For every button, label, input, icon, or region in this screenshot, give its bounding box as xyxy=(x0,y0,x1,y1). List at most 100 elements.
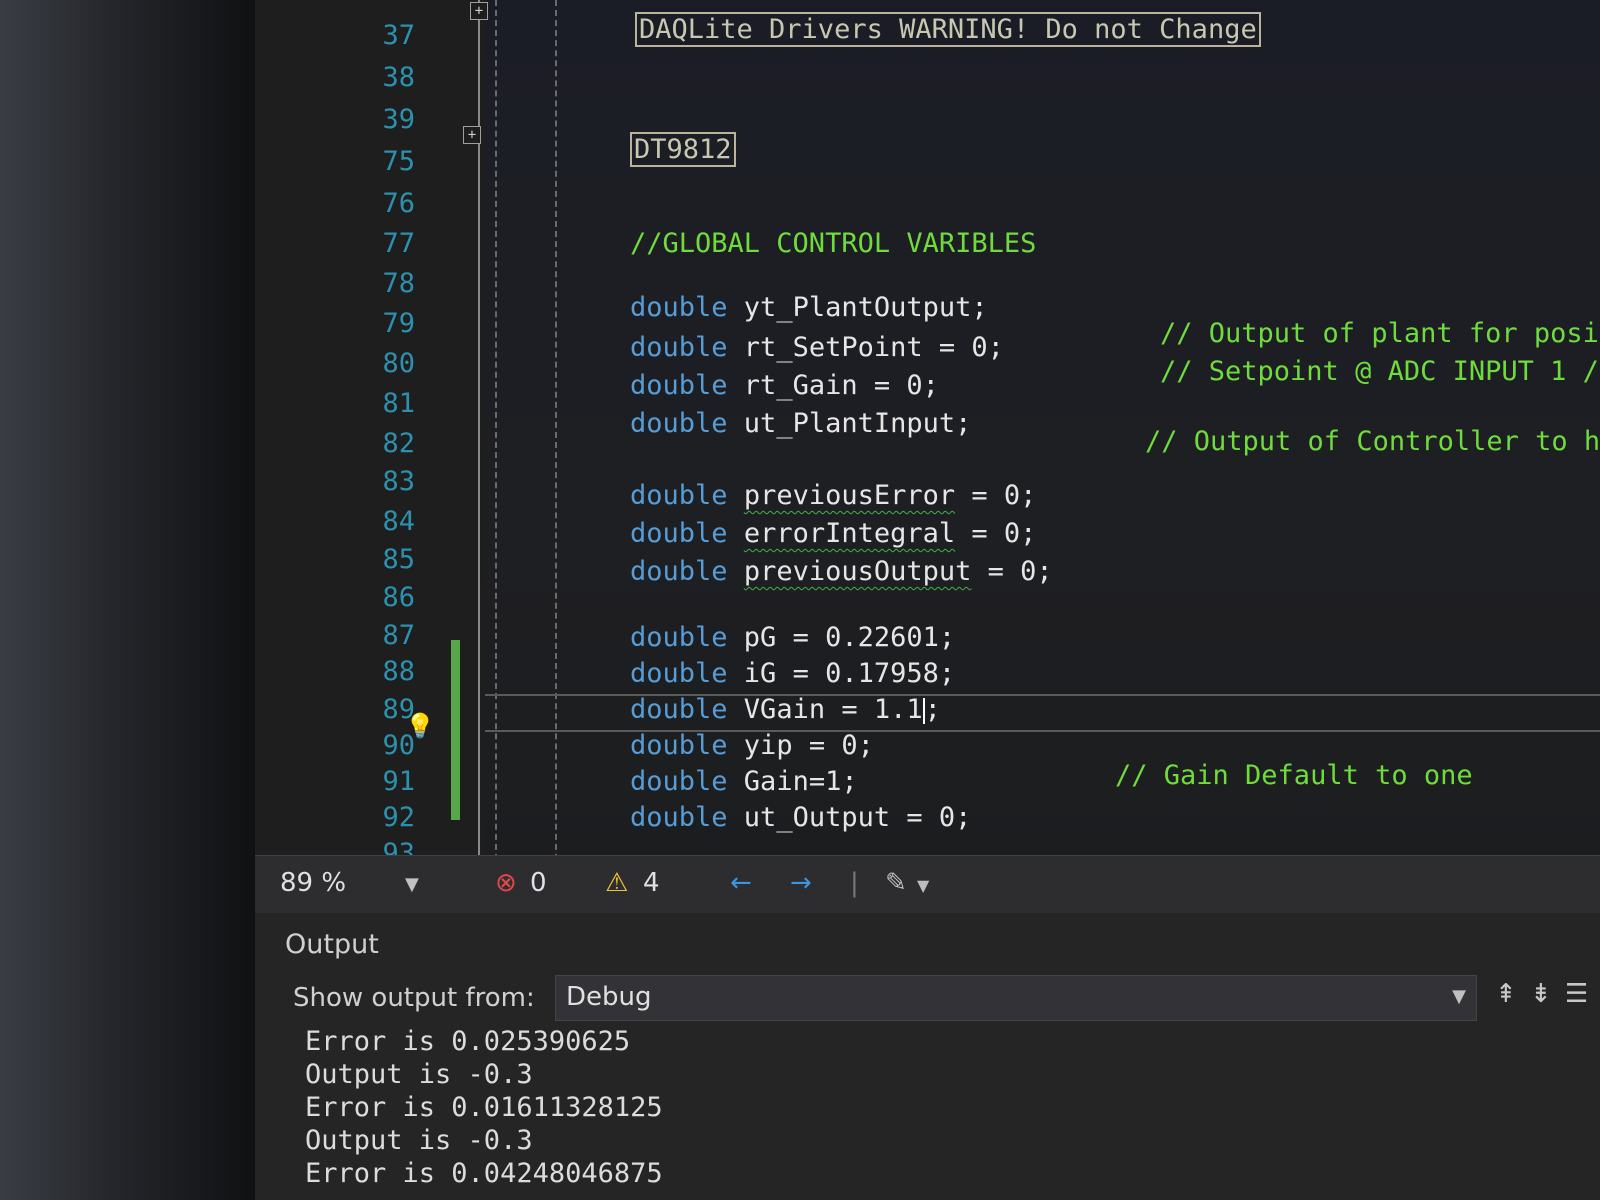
line-number: 37 xyxy=(382,20,415,51)
unused-variable: previousError xyxy=(743,480,956,511)
unused-variable: errorIntegral xyxy=(743,518,956,549)
code-line-88[interactable]: double iG = 0.17958; xyxy=(630,658,955,689)
keyword: double xyxy=(630,802,728,833)
line-number: 81 xyxy=(382,388,415,419)
output-toolbar: Show output from: Debug ▼ ⇞ ⇟ ☰ xyxy=(285,975,1600,1023)
lightbulb-icon[interactable]: 💡 xyxy=(405,712,435,740)
line-number: 86 xyxy=(382,582,415,613)
line-number: 88 xyxy=(382,656,415,687)
collapsed-region-label[interactable]: DT9812 xyxy=(630,132,736,167)
line-number: 75 xyxy=(382,146,415,177)
output-window: Output Show output from: Debug ▼ ⇞ ⇟ ☰ E… xyxy=(255,913,1600,1200)
output-log[interactable]: Error is 0.025390625 Output is -0.3 Error … xyxy=(305,1025,663,1190)
keyword: double xyxy=(630,730,728,761)
fold-plus-icon[interactable]: + xyxy=(463,126,481,144)
code-text: = 0; xyxy=(971,556,1053,587)
zoom-dropdown-icon[interactable]: ▼ xyxy=(405,874,419,895)
chevron-down-icon: ▼ xyxy=(1452,986,1466,1007)
code-line-37[interactable]: DAQLite Drivers WARNING! Do not Change xyxy=(635,12,1261,47)
separator: | xyxy=(850,868,859,898)
code-editor[interactable]: 37 38 39 75 76 77 78 79 80 81 82 83 84 8… xyxy=(255,0,1600,880)
error-circle-icon[interactable]: ⊗ xyxy=(495,868,517,898)
line-number: 91 xyxy=(382,766,415,797)
output-source-select[interactable]: Debug ▼ xyxy=(555,975,1477,1021)
brush-icon[interactable]: ✎ xyxy=(885,868,907,898)
keyword: double xyxy=(630,622,728,653)
find-next-icon[interactable]: ⇟ xyxy=(1530,979,1552,1009)
output-line: Output is -0.3 xyxy=(305,1059,533,1090)
code-line-91[interactable]: double Gain=1; xyxy=(630,766,858,797)
find-previous-icon[interactable]: ⇞ xyxy=(1495,979,1517,1009)
code-comment: // Output of Controller to heater i xyxy=(1145,426,1600,457)
code-line-89[interactable]: double VGain = 1.1; xyxy=(630,694,941,725)
warning-count[interactable]: 4 xyxy=(643,868,660,898)
error-count[interactable]: 0 xyxy=(530,868,547,898)
line-number: 85 xyxy=(382,544,415,575)
code-text: ut_Output = 0; xyxy=(727,802,972,833)
code-line-85[interactable]: double previousOutput = 0; xyxy=(630,556,1053,587)
code-text: ; xyxy=(924,694,941,725)
code-line-84[interactable]: double errorIntegral = 0; xyxy=(630,518,1036,549)
line-number: 38 xyxy=(382,62,415,93)
output-line: Error is 0.04248046875 xyxy=(305,1158,663,1189)
line-number: 80 xyxy=(382,348,415,379)
monitor-bezel xyxy=(0,0,255,1200)
nav-forward-icon[interactable]: → xyxy=(790,868,812,898)
code-line-90[interactable]: double yip = 0; xyxy=(630,730,874,761)
unused-variable: previousOutput xyxy=(743,556,972,587)
line-number: 78 xyxy=(382,268,415,299)
code-line-76[interactable]: //GLOBAL CONTROL VARIBLES xyxy=(630,228,1036,259)
output-line: Output is -0.3 xyxy=(305,1125,533,1156)
indent-guide xyxy=(495,0,497,880)
change-tracking-bar xyxy=(451,640,460,820)
keyword: double xyxy=(630,332,728,363)
line-number: 87 xyxy=(382,620,415,651)
show-output-label: Show output from: xyxy=(293,983,535,1013)
keyword: double xyxy=(630,480,728,511)
line-number: 39 xyxy=(382,104,415,135)
code-line-78[interactable]: double yt_PlantOutput; xyxy=(630,292,988,323)
line-number: 82 xyxy=(382,428,415,459)
keyword: double xyxy=(630,292,728,323)
code-line-39[interactable]: DT9812 xyxy=(630,132,736,167)
fold-plus-icon[interactable]: + xyxy=(470,2,488,20)
nav-back-icon[interactable]: ← xyxy=(730,868,752,898)
code-comment: // Gain Default to one xyxy=(1115,760,1473,791)
output-line: Error is 0.025390625 xyxy=(305,1026,631,1057)
code-text: VGain = 1.1 xyxy=(727,694,923,725)
code-line-83[interactable]: double previousError = 0; xyxy=(630,480,1036,511)
clear-all-icon[interactable]: ☰ xyxy=(1565,979,1588,1009)
keyword: double xyxy=(630,518,728,549)
editor-status-bar: 89 % ▼ ⊗ 0 ⚠ 4 ← → | ✎ ▼ xyxy=(255,855,1600,914)
collapsed-region-label[interactable]: DAQLite Drivers WARNING! Do not Change xyxy=(635,12,1261,47)
code-line-87[interactable]: double pG = 0.22601; xyxy=(630,622,955,653)
code-text: Gain=1; xyxy=(727,766,858,797)
code-text: pG = 0.22601; xyxy=(727,622,956,653)
code-comment: // Setpoint @ ADC INPUT 1 //Main g xyxy=(1160,356,1600,387)
code-line-81[interactable]: double ut_PlantInput; xyxy=(630,408,971,439)
indent-guide xyxy=(555,0,557,880)
keyword: double xyxy=(630,370,728,401)
code-text: iG = 0.17958; xyxy=(727,658,956,689)
keyword: double xyxy=(630,658,728,689)
code-line-92[interactable]: double ut_Output = 0; xyxy=(630,802,971,833)
keyword: double xyxy=(630,766,728,797)
output-panel-title: Output xyxy=(285,929,379,960)
code-line-79[interactable]: double rt_SetPoint = 0; xyxy=(630,332,1004,363)
keyword: double xyxy=(630,408,728,439)
line-number: 83 xyxy=(382,466,415,497)
line-number: 76 xyxy=(382,188,415,219)
warning-triangle-icon[interactable]: ⚠ xyxy=(605,868,628,898)
output-source-value: Debug xyxy=(566,982,652,1012)
code-comment: // Output of plant for position @ xyxy=(1160,318,1600,349)
line-number: 84 xyxy=(382,506,415,537)
chevron-down-icon[interactable]: ▼ xyxy=(917,876,929,895)
line-number: 77 xyxy=(382,228,415,259)
line-number: 92 xyxy=(382,802,415,833)
zoom-level[interactable]: 89 % xyxy=(280,868,346,898)
keyword: double xyxy=(630,556,728,587)
keyword: double xyxy=(630,694,728,725)
code-text: yt_PlantOutput; xyxy=(727,292,988,323)
output-line: Error is 0.01611328125 xyxy=(305,1092,663,1123)
code-line-80[interactable]: double rt_Gain = 0; xyxy=(630,370,939,401)
